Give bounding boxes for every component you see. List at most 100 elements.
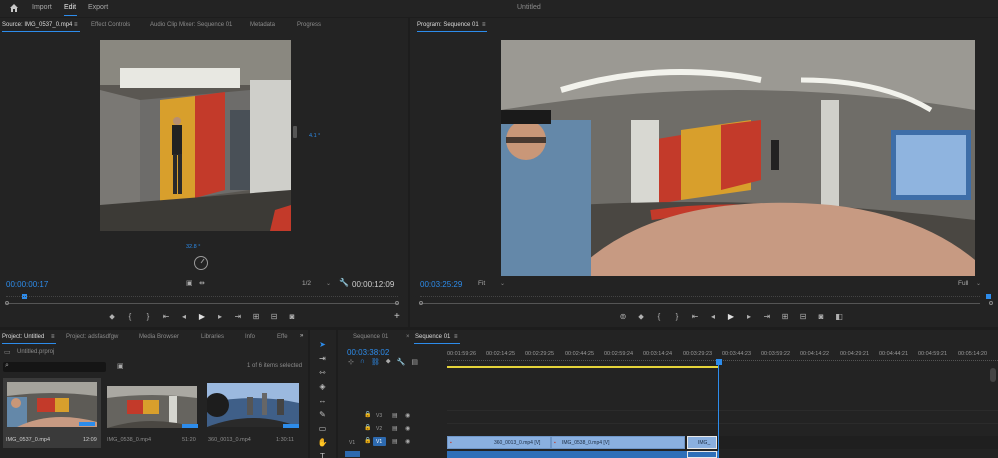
lock-icon[interactable]: 🔒	[364, 437, 371, 444]
new-bin-icon[interactable]: ▣	[117, 362, 124, 370]
overwrite-icon[interactable]: ⊟	[268, 312, 280, 322]
tab-metadata[interactable]: Metadata	[250, 22, 275, 28]
source-scrub-bar[interactable]	[6, 303, 398, 304]
source-out-handle[interactable]	[395, 301, 399, 305]
add-marker-icon[interactable]: ⬥	[386, 358, 391, 366]
timeline-clip[interactable]: ▪ IMG_0538_0.mp4 [V]	[551, 436, 685, 449]
quality-select[interactable]: Full	[958, 280, 968, 287]
tab-info[interactable]: Info	[245, 334, 255, 340]
slip-tool-icon[interactable]: ↔	[317, 396, 328, 406]
work-area-bar[interactable]	[447, 366, 718, 368]
program-step-back-icon[interactable]: ◂	[707, 312, 719, 322]
close-tab-icon[interactable]: ×	[406, 334, 410, 340]
timeline-timecode[interactable]: 00:03:38:02	[347, 348, 389, 357]
program-camera-icon[interactable]: ◙	[815, 312, 827, 322]
eye-icon[interactable]: ◉	[405, 425, 410, 432]
program-timecode[interactable]: 00:03:25:29	[420, 280, 462, 289]
selection-tool-icon[interactable]: ➤	[317, 340, 328, 350]
pen-tool-icon[interactable]: ✎	[317, 410, 328, 420]
timeline-clip[interactable]: ▪ 360_0013_0.mp4 [V]	[447, 436, 551, 449]
nav-edit[interactable]: Edit	[64, 4, 76, 11]
project-clip-item[interactable]: IMG_0538_0.mp4 51:20	[104, 378, 202, 448]
razor-tool-icon[interactable]: ◈	[317, 382, 328, 392]
tab-project-untitled[interactable]: Project: Untitled	[2, 334, 44, 340]
audio-clip-selected[interactable]	[687, 451, 717, 458]
source-vertical-slider[interactable]	[293, 126, 297, 138]
track-target-v1[interactable]: V1	[373, 437, 386, 446]
marker-icon[interactable]: ⬥	[106, 312, 118, 322]
tab-program[interactable]: Program: Sequence 01	[417, 22, 479, 28]
fit-select[interactable]: Fit	[478, 280, 485, 287]
project-clip-item[interactable]: IMG_0537_0.mp4 12:09	[3, 378, 101, 448]
source-video-frame[interactable]	[100, 40, 291, 231]
tab-progress[interactable]: Progress	[297, 22, 321, 28]
program-go-to-out-icon[interactable]: ⇥	[761, 312, 773, 322]
audio-clip-strip[interactable]	[447, 451, 718, 458]
program-go-to-in-icon[interactable]: ⇤	[689, 312, 701, 322]
tab-audio-clip-mixer[interactable]: Audio Clip Mixer: Sequence 01	[150, 22, 232, 28]
nav-export[interactable]: Export	[88, 4, 108, 11]
lock-icon[interactable]: 🔒	[364, 424, 371, 431]
drag-icon[interactable]: ⇹	[199, 279, 205, 287]
source-menu-icon[interactable]: ≡	[74, 22, 78, 28]
more-tabs-icon[interactable]: »	[300, 333, 303, 339]
source-patch-v1[interactable]: V1	[349, 440, 355, 446]
track-select-tool-icon[interactable]: ⇥	[317, 354, 328, 364]
vr-headset-icon[interactable]: ⊚	[617, 312, 629, 322]
settings-box-icon[interactable]: ▣	[186, 279, 193, 287]
eye-icon[interactable]: ◉	[405, 438, 410, 445]
program-playhead[interactable]	[986, 294, 991, 299]
nest-icon[interactable]: ⊹	[348, 358, 354, 366]
sync-lock-icon[interactable]: ▤	[392, 438, 398, 445]
fit-chevron-icon[interactable]: ⌄	[500, 280, 505, 287]
step-back-icon[interactable]: ◂	[178, 312, 190, 322]
type-tool-icon[interactable]: T	[317, 452, 328, 458]
tab-sequence-b[interactable]: Sequence 01	[415, 334, 450, 340]
project-menu-icon[interactable]: ≡	[51, 334, 55, 340]
program-step-forward-icon[interactable]: ▸	[743, 312, 755, 322]
quality-chevron-icon[interactable]: ⌄	[976, 280, 981, 287]
timeline-menu-icon[interactable]: ≡	[454, 334, 458, 340]
chevron-down-icon[interactable]: ⌄	[326, 280, 331, 287]
extract-icon[interactable]: ⊟	[797, 312, 809, 322]
lift-icon[interactable]: ⊞	[779, 312, 791, 322]
program-mark-out-icon[interactable]: }	[671, 312, 683, 322]
timeline-clip-selected[interactable]: IMG_	[687, 436, 717, 449]
program-menu-icon[interactable]: ≡	[482, 22, 486, 28]
rectangle-tool-icon[interactable]: ▭	[317, 424, 328, 434]
dial-icon[interactable]	[193, 255, 209, 271]
go-to-out-icon[interactable]: ⇥	[232, 312, 244, 322]
tab-source[interactable]: Source: IMG_0537_0.mp4	[2, 22, 72, 28]
program-in-handle[interactable]	[419, 301, 423, 305]
project-search-input[interactable]: ⌕	[3, 362, 106, 372]
program-scrub-bar[interactable]	[420, 303, 980, 304]
source-timecode[interactable]: 00:00:00:17	[6, 280, 48, 289]
timeline-ruler[interactable]: 00:01:59:26 00:02:14:25 00:02:29:25 00:0…	[447, 348, 998, 366]
program-marker-icon[interactable]: ⬥	[635, 312, 647, 322]
program-video-frame[interactable]	[501, 40, 975, 276]
captions-icon[interactable]: ▤	[411, 358, 418, 366]
ripple-edit-tool-icon[interactable]: ⇿	[317, 368, 328, 378]
insert-icon[interactable]: ⊞	[250, 312, 262, 322]
comparison-view-icon[interactable]: ◧	[833, 312, 845, 322]
project-clip-item[interactable]: 360_0013_0.mp4 1:30:11	[205, 378, 303, 448]
play-icon[interactable]: ▶	[196, 312, 208, 322]
program-out-handle[interactable]	[989, 301, 993, 305]
timeline-vertical-scrollbar[interactable]	[990, 368, 996, 382]
add-button-icon[interactable]: +	[394, 311, 400, 322]
hand-tool-icon[interactable]: ✋	[317, 438, 328, 448]
nav-import[interactable]: Import	[32, 4, 52, 11]
tab-sequence-a[interactable]: Sequence 01	[353, 334, 388, 340]
tab-effect-controls[interactable]: Effect Controls	[91, 22, 130, 28]
wrench-icon[interactable]: 🔧	[339, 278, 349, 287]
mark-out-icon[interactable]: }	[142, 312, 154, 322]
tab-project-adsfasdfgw[interactable]: Project: adsfasdfgw	[66, 334, 118, 340]
timeline-settings-icon[interactable]: 🔧	[397, 358, 406, 366]
program-mark-in-icon[interactable]: {	[653, 312, 665, 322]
home-icon[interactable]	[9, 3, 19, 13]
step-forward-icon[interactable]: ▸	[214, 312, 226, 322]
tab-libraries[interactable]: Libraries	[201, 334, 224, 340]
sync-lock-icon[interactable]: ▤	[392, 425, 398, 432]
camera-icon[interactable]: ◙	[286, 312, 298, 322]
sync-lock-icon[interactable]: ▤	[392, 412, 398, 419]
